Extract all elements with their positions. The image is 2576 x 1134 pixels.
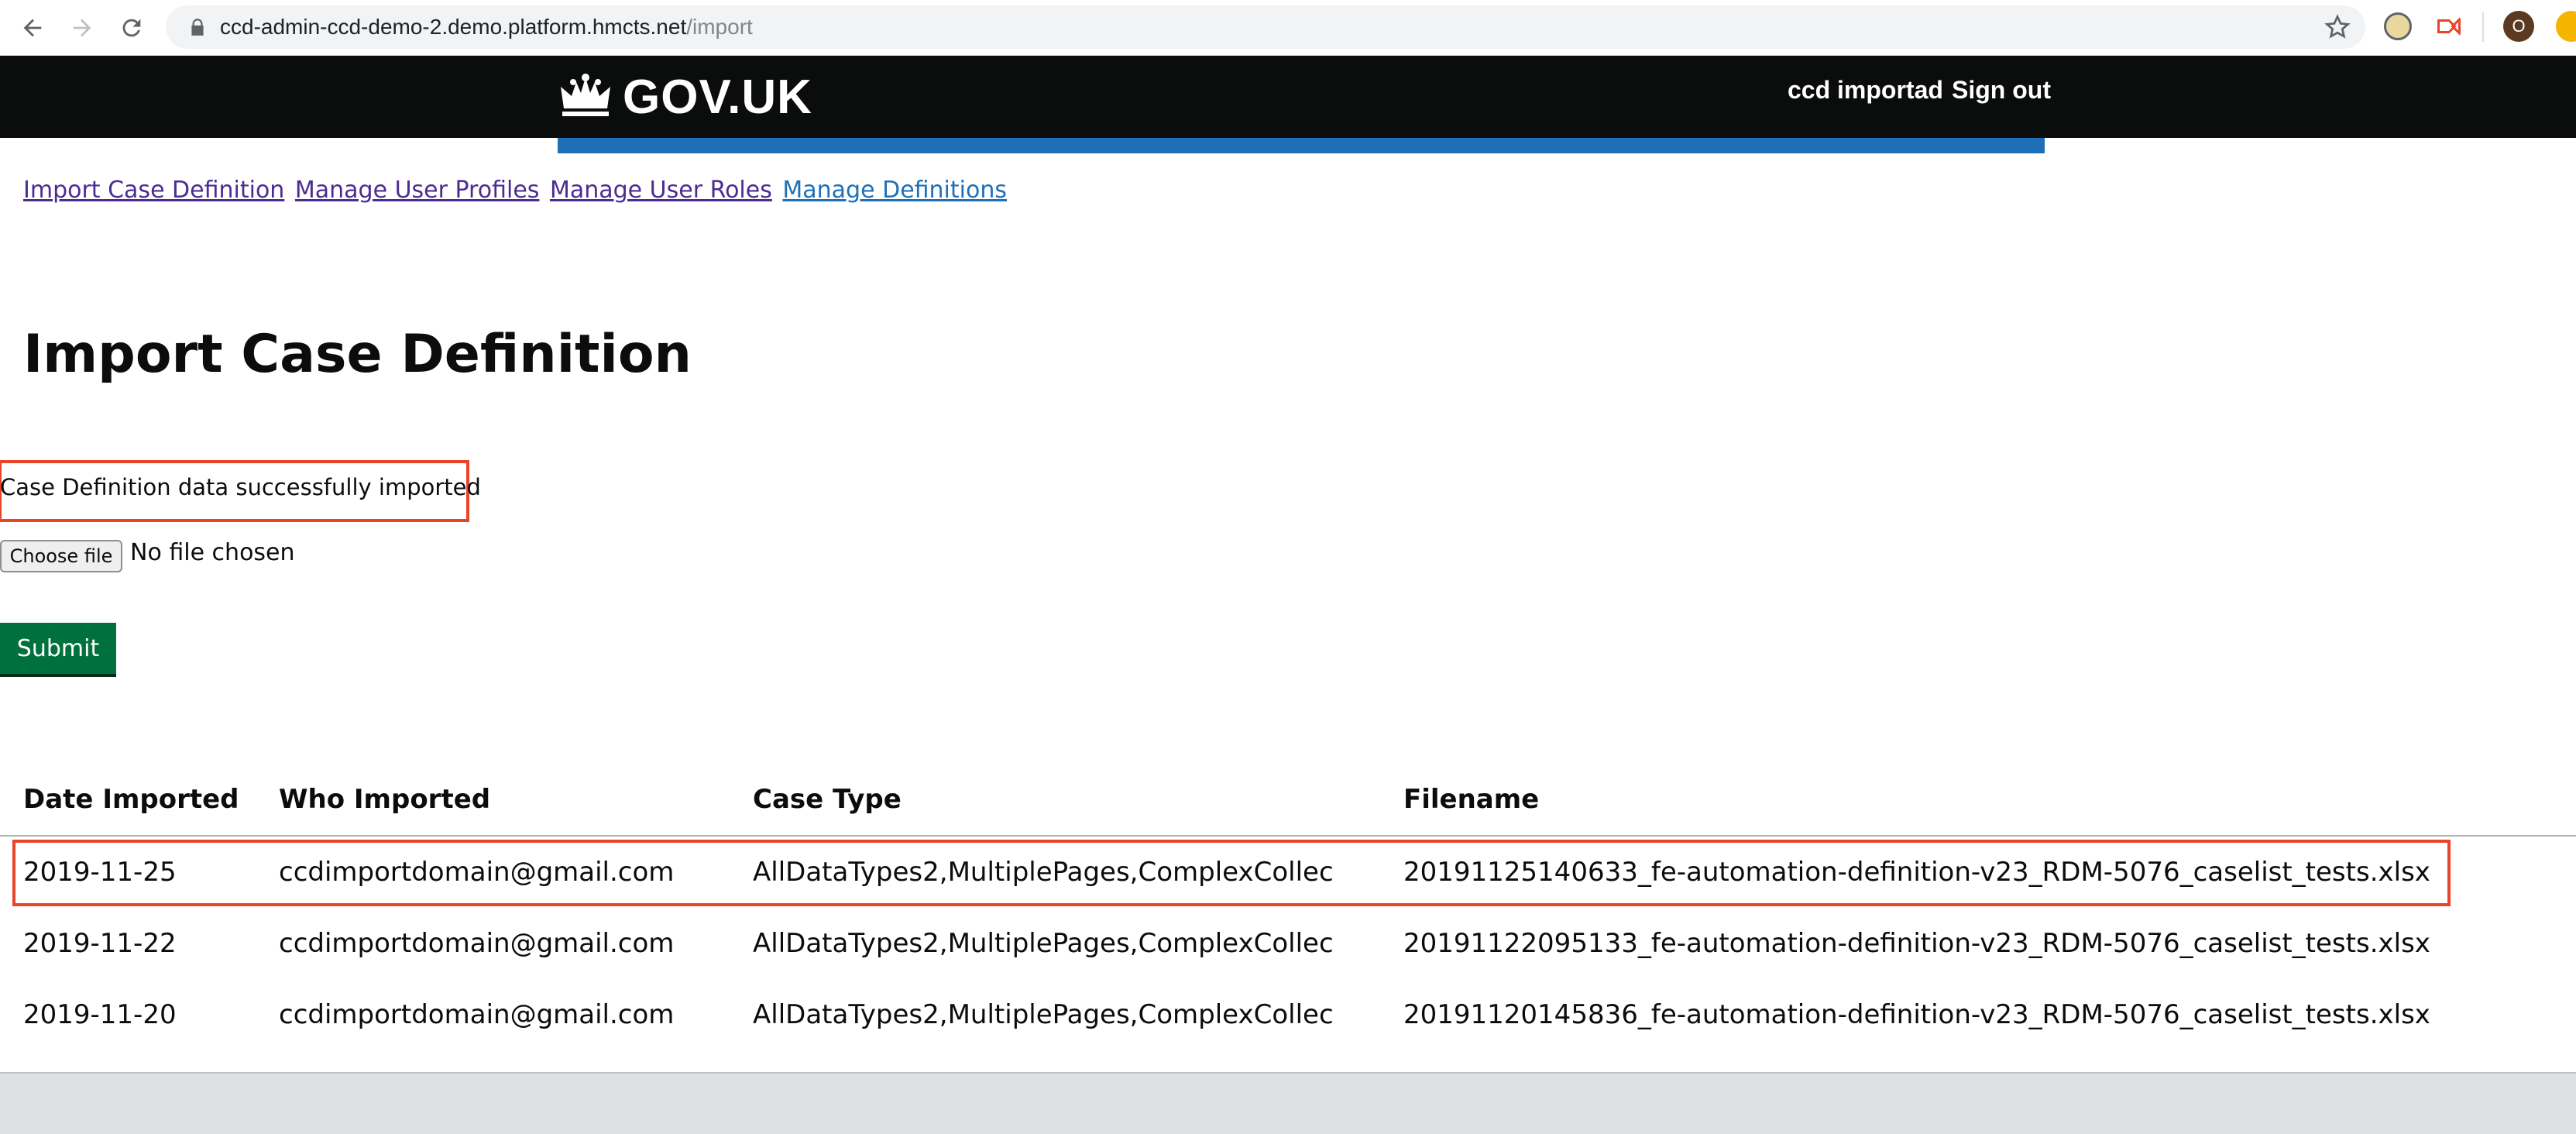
cell-filename: 20191120145836_fe-automation-definition-… xyxy=(1403,999,2430,1030)
nav-manage-definitions[interactable]: Manage Definitions xyxy=(782,177,1007,204)
choose-file-button[interactable]: Choose file xyxy=(0,540,122,572)
reload-icon[interactable] xyxy=(115,11,149,45)
table-header-divider xyxy=(0,835,2576,837)
cell-case-type: AllDataTypes2,MultiplePages,ComplexColle… xyxy=(753,928,1334,959)
govuk-header: GOV.UK ccd importad Sign out xyxy=(0,56,2576,138)
nav-import-case-definition[interactable]: Import Case Definition xyxy=(23,177,284,204)
nav-manage-user-profiles[interactable]: Manage User Profiles xyxy=(295,177,540,204)
profile-avatar[interactable]: O xyxy=(2503,11,2534,42)
header-blue-bar xyxy=(558,138,2045,153)
cell-who: ccdimportdomain@gmail.com xyxy=(279,928,675,959)
lock-icon xyxy=(191,19,204,36)
cell-case-type: AllDataTypes2,MultiplePages,ComplexColle… xyxy=(753,999,1334,1030)
cell-filename: 20191122095133_fe-automation-definition-… xyxy=(1403,928,2430,959)
forward-icon[interactable] xyxy=(65,11,99,45)
extension-arrow-icon[interactable] xyxy=(2435,12,2463,40)
submit-button[interactable]: Submit xyxy=(0,623,116,674)
table-row: 2019-11-20 ccdimportdomain@gmail.com All… xyxy=(0,982,2576,1053)
column-header-filename: Filename xyxy=(1403,784,1540,815)
toolbar-divider xyxy=(2482,12,2484,42)
page-title: Import Case Definition xyxy=(23,324,692,385)
table-row: 2019-11-22 ccdimportdomain@gmail.com All… xyxy=(0,911,2576,982)
govuk-logo-text[interactable]: GOV.UK xyxy=(623,70,812,125)
crown-icon xyxy=(561,74,610,116)
cell-who: ccdimportdomain@gmail.com xyxy=(279,999,675,1030)
sign-out-link[interactable]: Sign out xyxy=(1952,76,2051,105)
column-header-case-type: Case Type xyxy=(753,784,902,815)
admin-nav: Import Case Definition Manage User Profi… xyxy=(23,177,1010,204)
back-icon[interactable] xyxy=(15,11,50,45)
nav-manage-user-roles[interactable]: Manage User Roles xyxy=(550,177,772,204)
extension-icon[interactable] xyxy=(2384,12,2412,40)
cell-date: 2019-11-22 xyxy=(23,928,177,959)
column-header-who: Who Imported xyxy=(279,784,491,815)
file-status-text: No file chosen xyxy=(130,539,295,566)
url-text: ccd-admin-ccd-demo-2.demo.platform.hmcts… xyxy=(220,15,753,39)
page-footer xyxy=(0,1072,2576,1134)
header-username: ccd importad xyxy=(1788,76,1943,104)
browser-toolbar: ccd-admin-ccd-demo-2.demo.platform.hmcts… xyxy=(0,0,2576,56)
address-bar[interactable]: ccd-admin-ccd-demo-2.demo.platform.hmcts… xyxy=(166,5,2365,49)
column-header-date: Date Imported xyxy=(23,784,239,815)
cell-date: 2019-11-20 xyxy=(23,999,177,1030)
row-highlight-box xyxy=(12,840,2451,906)
bookmark-star-icon[interactable] xyxy=(2324,13,2351,41)
success-message: Case Definition data successfully import… xyxy=(0,474,481,500)
extension-icon[interactable] xyxy=(2556,11,2576,42)
